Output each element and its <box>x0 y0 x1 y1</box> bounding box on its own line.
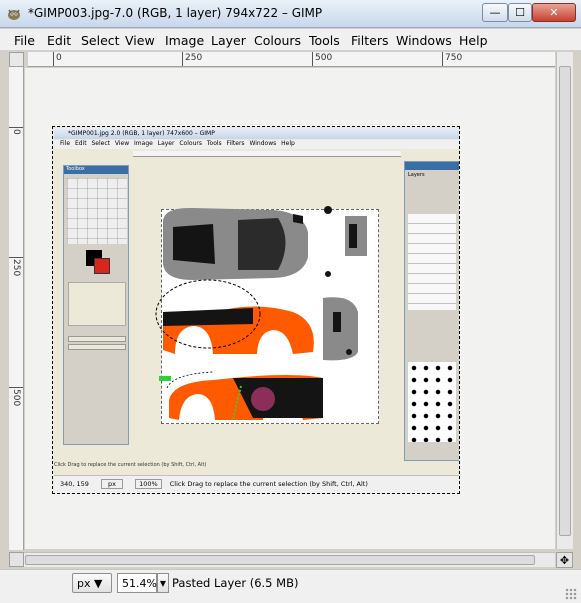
menu-help[interactable]: Help <box>459 33 488 48</box>
inner-statusbar: 340, 159 px 100% Click Drag to replace t… <box>54 475 459 493</box>
menu-file[interactable]: File <box>14 33 35 48</box>
horizontal-ruler: 0 250 500 750 <box>28 52 555 67</box>
menu-select[interactable]: Select <box>81 33 120 48</box>
window-title: *GIMP003.jpg-7.0 (RGB, 1 layer) 794x722 … <box>28 6 323 20</box>
pasted-layer[interactable]: *GIMP001.jpg 2.0 (RGB, 1 layer) 747x600 … <box>52 126 460 494</box>
inner-layers-title: Layers <box>408 172 425 178</box>
inner-hint: Click Drag to replace the current select… <box>169 480 368 488</box>
inner-ruler <box>133 151 401 157</box>
close-button[interactable]: ✕ <box>532 3 576 22</box>
inner-window-title: *GIMP001.jpg 2.0 (RGB, 1 layer) 747x600 … <box>54 128 459 139</box>
menu-bar: File Edit Select View Image Layer Colour… <box>0 29 581 51</box>
chevron-down-icon: ▼ <box>159 578 167 588</box>
inner-status-line: Click Drag to replace the current select… <box>54 462 402 470</box>
ruler-corner-menu-button[interactable] <box>9 52 24 67</box>
unit-value: px <box>77 577 91 590</box>
inner-toolbox-title: Toolbox <box>64 166 128 174</box>
inner-options-button <box>68 336 126 342</box>
inner-layers-panel: Layers <box>404 161 459 461</box>
inner-tool-grid <box>67 178 127 244</box>
vruler-label: 500 <box>11 389 21 407</box>
zoom-dropdown-button[interactable]: ▼ <box>157 573 169 593</box>
minimize-button[interactable]: — <box>482 3 508 22</box>
vertical-scrollbar[interactable] <box>556 52 573 549</box>
quick-mask-toggle[interactable] <box>9 552 24 567</box>
menu-tools[interactable]: Tools <box>309 33 340 48</box>
zoom-input[interactable]: 51.4% <box>117 573 157 593</box>
inner-zoom: 100% <box>135 479 162 489</box>
horizontal-scrollbar-thumb[interactable] <box>25 555 535 565</box>
hruler-label: 0 <box>56 53 62 63</box>
menu-view[interactable]: View <box>125 33 155 48</box>
inner-layer-list <box>408 214 456 310</box>
status-message: Pasted Layer (6.5 MB) <box>172 576 299 590</box>
horizontal-scrollbar[interactable] <box>9 552 555 567</box>
car-template-artwork <box>155 206 367 421</box>
menu-filters[interactable]: Filters <box>351 33 388 48</box>
maximize-button[interactable]: ☐ <box>508 3 532 22</box>
hruler-label: 750 <box>445 53 463 63</box>
menu-colours[interactable]: Colours <box>254 33 301 48</box>
vertical-scrollbar-thumb[interactable] <box>559 66 571 536</box>
inner-coords: 340, 159 <box>60 480 89 488</box>
resize-grip-icon[interactable] <box>565 588 577 600</box>
inner-brushes-grid <box>408 362 456 442</box>
hruler-label: 250 <box>185 53 203 63</box>
bg-color-swatch <box>94 258 110 274</box>
chevron-down-icon: ▼ <box>94 577 103 590</box>
navigate-icon[interactable]: ✥ <box>556 552 573 568</box>
inner-menu-bar: File Edit Select View Image Layer Colour… <box>54 140 459 149</box>
vertical-ruler: 0 250 500 <box>9 67 24 550</box>
menu-edit[interactable]: Edit <box>47 33 71 48</box>
inner-unit: px <box>101 479 124 489</box>
inner-toolbox: Toolbox <box>63 165 129 445</box>
unit-select[interactable]: px ▼ <box>72 573 112 593</box>
hruler-label: 500 <box>315 53 333 63</box>
window-titlebar: *GIMP003.jpg-7.0 (RGB, 1 layer) 794x722 … <box>0 0 581 28</box>
vruler-label: 250 <box>11 259 21 277</box>
gimp-app-icon <box>8 9 20 20</box>
vruler-label: 0 <box>11 129 21 135</box>
menu-image[interactable]: Image <box>165 33 204 48</box>
inner-tool-options <box>68 282 126 326</box>
menu-layer[interactable]: Layer <box>211 33 246 48</box>
menu-windows[interactable]: Windows <box>396 33 452 48</box>
inner-options-button <box>68 344 126 350</box>
